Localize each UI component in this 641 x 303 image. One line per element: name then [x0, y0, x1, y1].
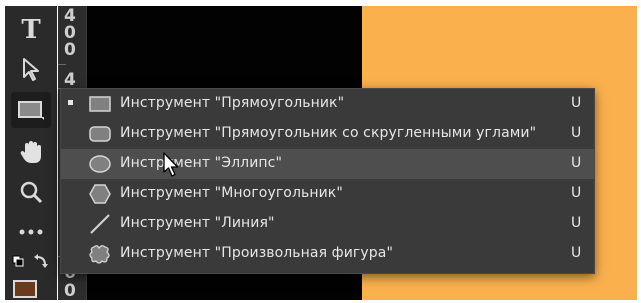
polygon-icon: [89, 184, 111, 204]
menu-item-shortcut: U: [571, 245, 582, 261]
menu-item-ellipse-tool[interactable]: Инструмент "Эллипс" U: [61, 149, 594, 179]
menu-item-label: Инструмент "Произвольная фигура": [120, 245, 393, 261]
menu-item-custom-shape-tool[interactable]: Инструмент "Произвольная фигура" U: [61, 239, 594, 269]
menu-item-shortcut: U: [571, 185, 582, 201]
more-tools-icon: [19, 229, 43, 235]
more-tools-button[interactable]: [11, 214, 51, 250]
type-tool-button[interactable]: T: [11, 12, 51, 48]
line-icon: [90, 214, 110, 234]
ruler-tick: [58, 64, 66, 65]
hand-tool-icon: [20, 141, 41, 163]
menu-item-shortcut: U: [571, 215, 582, 231]
color-swap-controls[interactable]: [11, 252, 51, 274]
menu-item-polygon-tool[interactable]: Инструмент "Многоугольник" U: [61, 179, 594, 209]
foreground-color-icon: [13, 280, 37, 298]
menu-item-label: Инструмент "Прямоугольник": [120, 95, 345, 111]
rectangle-tool-button[interactable]: [11, 92, 51, 128]
selected-indicator-icon: [68, 100, 73, 105]
shape-tools-flyout: Инструмент "Прямоугольник" U Инструмент …: [60, 88, 595, 274]
type-tool-icon: T: [21, 15, 41, 45]
ellipse-icon: [89, 155, 111, 173]
menu-item-label: Инструмент "Прямоугольник со скругленным…: [120, 125, 537, 141]
rectangle-tool-icon: [18, 101, 44, 120]
menu-item-line-tool[interactable]: Инструмент "Линия" U: [61, 209, 594, 239]
ruler-digit: 0: [64, 40, 76, 60]
menu-item-rectangle-tool[interactable]: Инструмент "Прямоугольник" U: [61, 89, 594, 119]
zoom-tool-button[interactable]: [11, 174, 51, 210]
menu-item-label: Инструмент "Эллипс": [120, 155, 282, 171]
path-selection-icon: [23, 58, 39, 81]
menu-item-label: Инструмент "Многоугольник": [120, 185, 343, 201]
rectangle-icon: [89, 96, 111, 112]
menu-item-shortcut: U: [571, 95, 582, 111]
ruler-digit: 4: [64, 70, 76, 90]
mouse-pointer-icon: [163, 152, 179, 177]
hand-tool-button[interactable]: [11, 134, 51, 170]
menu-item-shortcut: U: [571, 155, 582, 171]
swap-colors-icon: [12, 254, 48, 268]
foreground-color-swatch[interactable]: [11, 278, 53, 300]
menu-item-shortcut: U: [571, 125, 582, 141]
menu-item-rounded-rectangle-tool[interactable]: Инструмент "Прямоугольник со скругленным…: [61, 119, 594, 149]
menu-item-label: Инструмент "Линия": [120, 215, 275, 231]
custom-shape-icon: [89, 245, 110, 264]
tools-panel: T: [5, 6, 57, 300]
path-selection-tool-button[interactable]: [11, 52, 51, 88]
zoom-tool-icon: [20, 181, 43, 204]
ruler-digit: 0: [64, 281, 76, 301]
rounded-rectangle-icon: [89, 126, 111, 142]
